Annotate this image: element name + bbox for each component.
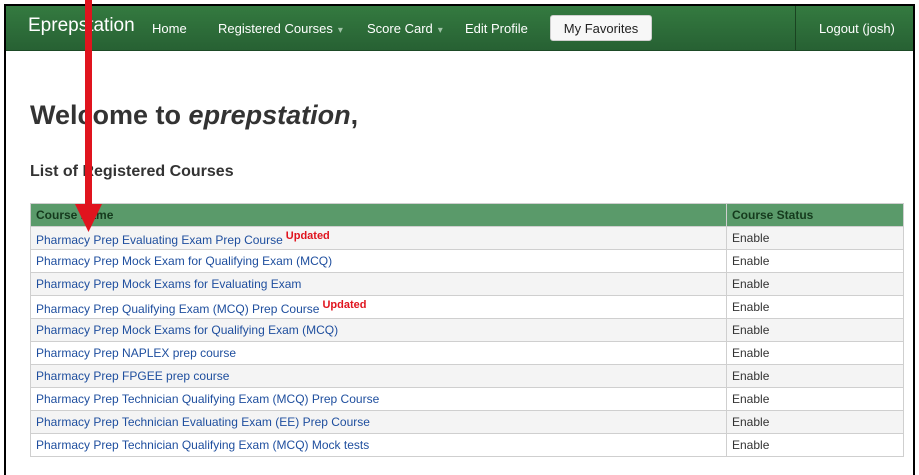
table-row: Pharmacy Prep Mock Exams for Qualifying … <box>30 318 904 342</box>
course-name-cell: Pharmacy Prep Mock Exam for Qualifying E… <box>30 249 727 273</box>
table-header-row: Course Name Course Status <box>30 203 904 227</box>
nav-edit-profile[interactable]: Edit Profile <box>465 21 528 36</box>
course-status-cell: Enable <box>726 318 904 342</box>
course-link[interactable]: Pharmacy Prep Evaluating Exam Prep Cours… <box>36 233 283 247</box>
course-status-cell: Enable <box>726 410 904 434</box>
welcome-site-name: eprepstation <box>188 100 351 130</box>
my-favorites-button[interactable]: My Favorites <box>550 15 652 41</box>
courses-table: Course Name Course Status Pharmacy Prep … <box>30 203 904 457</box>
logout-link[interactable]: Logout (josh) <box>819 21 895 36</box>
course-name-cell: Pharmacy Prep NAPLEX prep course <box>30 341 727 365</box>
nav-registered-courses-label: Registered Courses <box>218 21 333 36</box>
courses-table-body: Pharmacy Prep Evaluating Exam Prep Cours… <box>30 226 904 457</box>
course-name-cell: Pharmacy Prep Mock Exams for Qualifying … <box>30 318 727 342</box>
course-name-cell: Pharmacy Prep Technician Qualifying Exam… <box>30 433 727 457</box>
brand-logo[interactable]: Eprepstation <box>28 15 135 37</box>
table-row: Pharmacy Prep FPGEE prep course Enable <box>30 364 904 388</box>
table-row: Pharmacy Prep Technician Qualifying Exam… <box>30 433 904 457</box>
nav-home[interactable]: Home <box>152 21 187 36</box>
table-row: Pharmacy Prep NAPLEX prep course Enable <box>30 341 904 365</box>
welcome-suffix: , <box>350 100 359 130</box>
course-link[interactable]: Pharmacy Prep Mock Exams for Qualifying … <box>36 323 338 337</box>
nav-divider <box>795 6 796 50</box>
course-link[interactable]: Pharmacy Prep Mock Exams for Evaluating … <box>36 277 301 291</box>
table-row: Pharmacy Prep Mock Exam for Qualifying E… <box>30 249 904 273</box>
course-status-cell: Enable <box>726 387 904 411</box>
updated-badge: Updated <box>285 229 330 242</box>
course-status-cell: Enable <box>726 295 904 319</box>
column-header-course-status: Course Status <box>726 203 904 227</box>
table-row: Pharmacy Prep Technician Qualifying Exam… <box>30 387 904 411</box>
updated-badge: Updated <box>322 298 367 311</box>
course-name-cell: Pharmacy Prep FPGEE prep course <box>30 364 727 388</box>
column-header-course-name: Course Name <box>30 203 727 227</box>
course-status-cell: Enable <box>726 364 904 388</box>
table-row: Pharmacy Prep Mock Exams for Evaluating … <box>30 272 904 296</box>
course-status-cell: Enable <box>726 249 904 273</box>
table-row: Pharmacy Prep Technician Evaluating Exam… <box>30 410 904 434</box>
course-link[interactable]: Pharmacy Prep NAPLEX prep course <box>36 346 236 360</box>
course-name-cell: Pharmacy Prep Mock Exams for Evaluating … <box>30 272 727 296</box>
table-row: Pharmacy Prep Evaluating Exam Prep Cours… <box>30 226 904 250</box>
course-link[interactable]: Pharmacy Prep FPGEE prep course <box>36 369 229 383</box>
course-status-cell: Enable <box>726 341 904 365</box>
course-link[interactable]: Pharmacy Prep Mock Exam for Qualifying E… <box>36 254 332 268</box>
course-name-cell: Pharmacy Prep Technician Evaluating Exam… <box>30 410 727 434</box>
chevron-down-icon: ▾ <box>337 25 343 36</box>
course-status-cell: Enable <box>726 226 904 250</box>
nav-score-card-label: Score Card <box>367 21 433 36</box>
course-name-cell: Pharmacy Prep Technician Qualifying Exam… <box>30 387 727 411</box>
nav-registered-courses[interactable]: Registered Courses ▾ <box>218 21 343 36</box>
page-title: Welcome to eprepstation, <box>30 100 358 131</box>
nav-edit-profile-label: Edit Profile <box>465 21 528 36</box>
course-link[interactable]: Pharmacy Prep Technician Qualifying Exam… <box>36 392 379 406</box>
course-link[interactable]: Pharmacy Prep Technician Qualifying Exam… <box>36 438 369 452</box>
course-link[interactable]: Pharmacy Prep Qualifying Exam (MCQ) Prep… <box>36 302 319 316</box>
course-name-cell: Pharmacy Prep Evaluating Exam Prep Cours… <box>30 226 727 250</box>
nav-score-card[interactable]: Score Card ▾ <box>367 21 443 36</box>
course-status-cell: Enable <box>726 433 904 457</box>
welcome-prefix: Welcome to <box>30 100 189 130</box>
course-name-cell: Pharmacy Prep Qualifying Exam (MCQ) Prep… <box>30 295 727 319</box>
course-status-cell: Enable <box>726 272 904 296</box>
table-row: Pharmacy Prep Qualifying Exam (MCQ) Prep… <box>30 295 904 319</box>
chevron-down-icon: ▾ <box>437 25 443 36</box>
browser-frame: Eprepstation Home Registered Courses ▾ Sc… <box>4 4 915 475</box>
navbar: Eprepstation Home Registered Courses ▾ Sc… <box>6 6 913 51</box>
nav-home-label: Home <box>152 21 187 36</box>
course-link[interactable]: Pharmacy Prep Technician Evaluating Exam… <box>36 415 370 429</box>
courses-heading: List of Registered Courses <box>30 163 234 180</box>
